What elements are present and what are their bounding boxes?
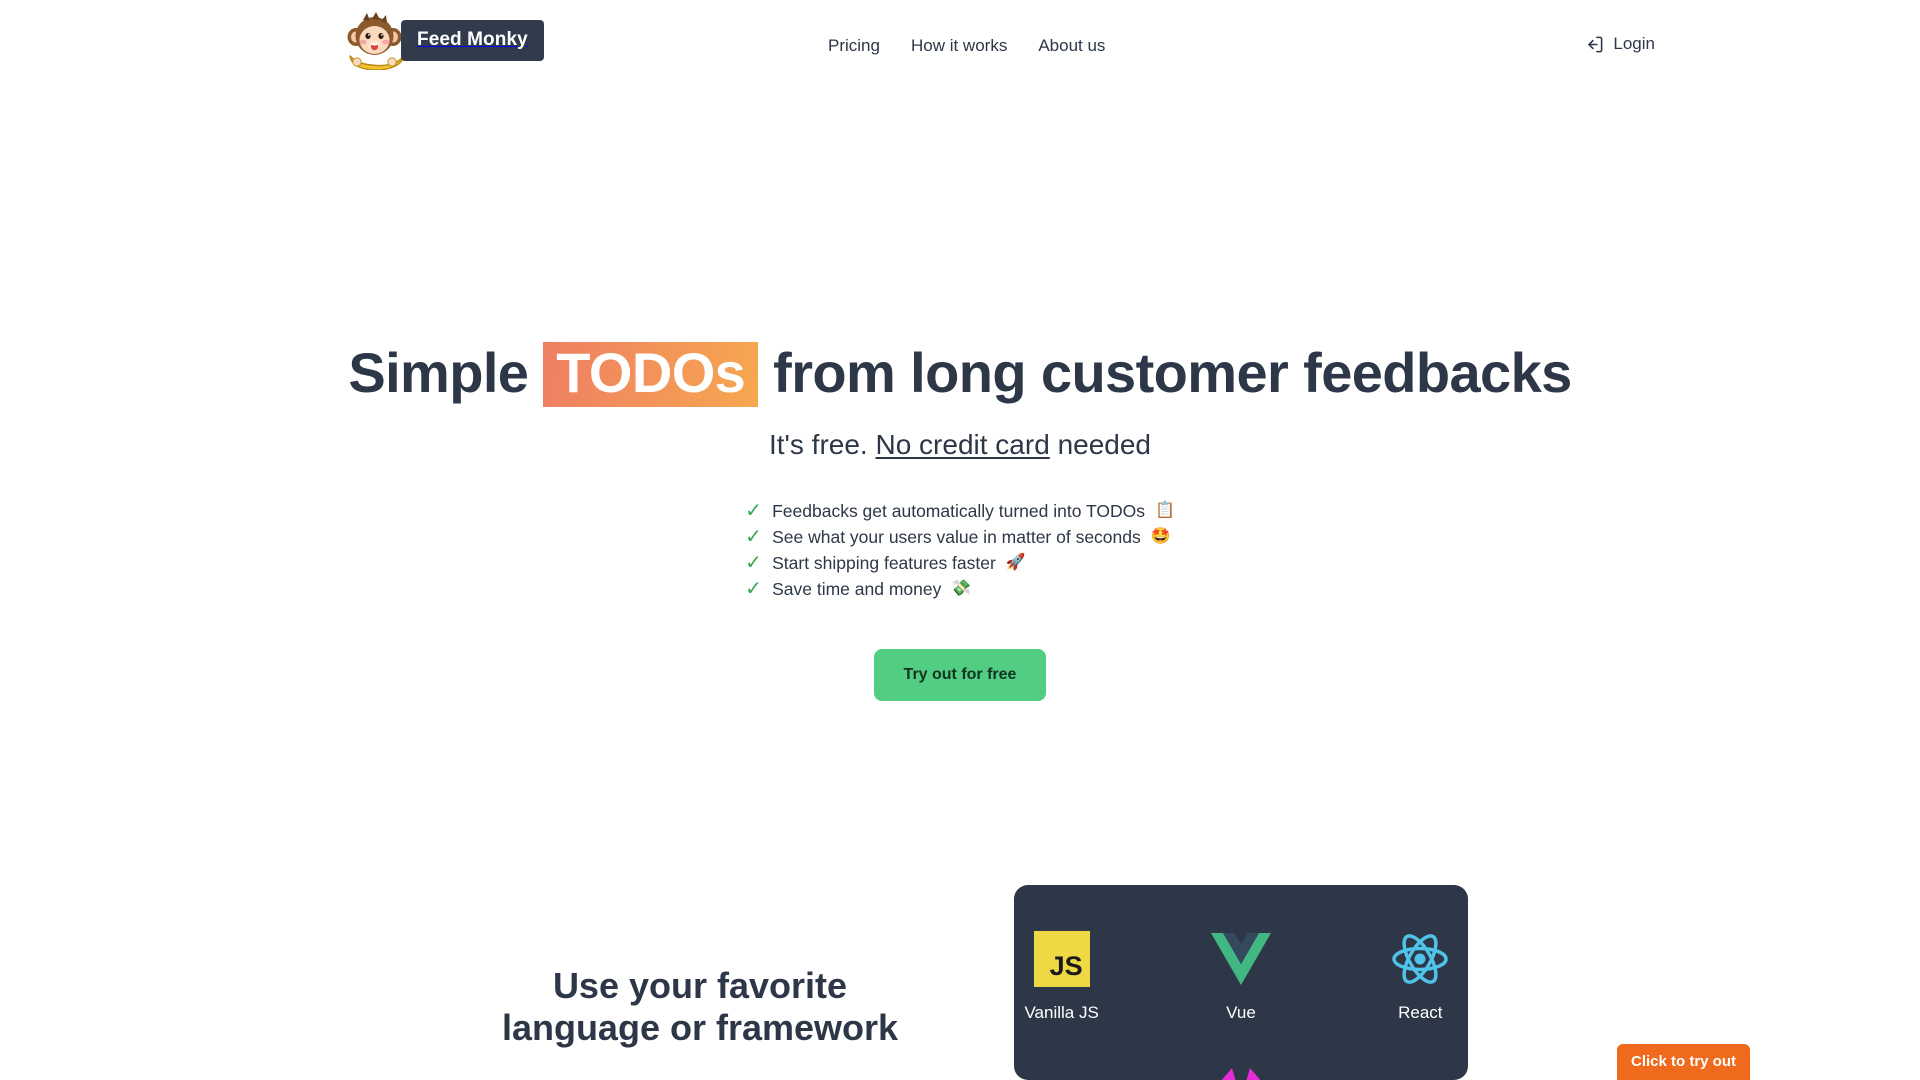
- frameworks-heading-line1: Use your favorite: [552, 965, 848, 1006]
- frameworks-heading-line2: language or framework: [501, 1007, 899, 1048]
- nav-item-pricing[interactable]: Pricing: [828, 36, 880, 56]
- brand-name: Feed Monky: [401, 19, 544, 61]
- feature-text: Feedbacks get automatically turned into …: [772, 501, 1145, 521]
- framework-label: Vanilla JS: [1024, 1003, 1099, 1022]
- framework-item-vue[interactable]: Vue: [1193, 929, 1288, 1023]
- framework-label: React: [1398, 1003, 1443, 1022]
- feature-text: See what your users value in matter of s…: [772, 527, 1141, 547]
- clipboard-emoji-icon: 📋: [1154, 502, 1175, 519]
- cta-container: Try out for free: [0, 649, 1920, 701]
- click-to-try-out-badge[interactable]: Click to try out: [1616, 1044, 1750, 1080]
- hero-section: Simple TODOs from long customer feedback…: [0, 342, 1920, 701]
- check-icon: ✓: [745, 500, 762, 522]
- frameworks-row: JS Vanilla JS Vue React: [1014, 929, 1468, 1023]
- hero-subtitle-underlined: No credit card: [875, 429, 1050, 460]
- monkey-with-banana-logo-icon: [347, 12, 407, 70]
- hero-title-highlight: TODOs: [543, 342, 759, 407]
- nav-item-about-us[interactable]: About us: [1038, 36, 1105, 56]
- money-with-wings-emoji-icon: 💸: [951, 580, 972, 597]
- framework-item-react[interactable]: React: [1373, 929, 1468, 1023]
- svelte-logo-icon-partial: [1193, 1052, 1289, 1080]
- check-icon: ✓: [745, 526, 762, 548]
- feature-text: Start shipping features faster: [772, 553, 996, 573]
- feature-text: Save time and money: [772, 579, 942, 599]
- check-icon: ✓: [745, 578, 762, 600]
- try-out-for-free-button[interactable]: Try out for free: [873, 649, 1047, 701]
- list-item: ✓ See what your users value in matter of…: [745, 525, 1175, 550]
- page-title: Simple TODOs from long customer feedback…: [0, 342, 1920, 407]
- nav-item-how-it-works[interactable]: How it works: [911, 36, 1007, 56]
- main-nav: Pricing How it works About us: [828, 36, 1105, 56]
- framework-item-vanilla-js[interactable]: JS Vanilla JS: [1014, 929, 1109, 1023]
- vue-logo-icon: [1193, 929, 1288, 989]
- frameworks-card: JS Vanilla JS Vue React: [1014, 885, 1468, 1080]
- feature-list: ✓ Feedbacks get automatically turned int…: [745, 499, 1175, 603]
- javascript-logo-icon: JS: [1014, 929, 1109, 989]
- star-struck-emoji-icon: 🤩: [1150, 528, 1171, 545]
- list-item: ✓ Start shipping features faster 🚀: [745, 551, 1175, 576]
- login-button[interactable]: Login: [1585, 34, 1655, 54]
- check-icon: ✓: [745, 552, 762, 574]
- login-icon: [1588, 36, 1603, 52]
- hero-subtitle-part1: It's free.: [768, 429, 868, 460]
- hero-subtitle-part2: needed: [1057, 429, 1151, 460]
- frameworks-heading: Use your favorite language or framework: [380, 965, 1020, 1049]
- brand-logo-link[interactable]: Feed Monky: [345, 10, 544, 70]
- react-logo-icon: [1373, 929, 1468, 989]
- hero-title-part1: Simple: [348, 341, 529, 404]
- list-item: ✓ Feedbacks get automatically turned int…: [745, 499, 1175, 524]
- hero-subtitle: It's free. No credit card needed: [0, 429, 1920, 461]
- frameworks-row-partial: [1014, 1048, 1468, 1080]
- site-header: Feed Monky Pricing How it works About us…: [0, 0, 1920, 92]
- list-item: ✓ Save time and money 💸: [745, 577, 1175, 602]
- framework-label: Vue: [1226, 1003, 1256, 1022]
- hero-title-part2: from long customer feedbacks: [773, 341, 1572, 404]
- login-label: Login: [1613, 34, 1655, 53]
- rocket-emoji-icon: 🚀: [1005, 554, 1026, 571]
